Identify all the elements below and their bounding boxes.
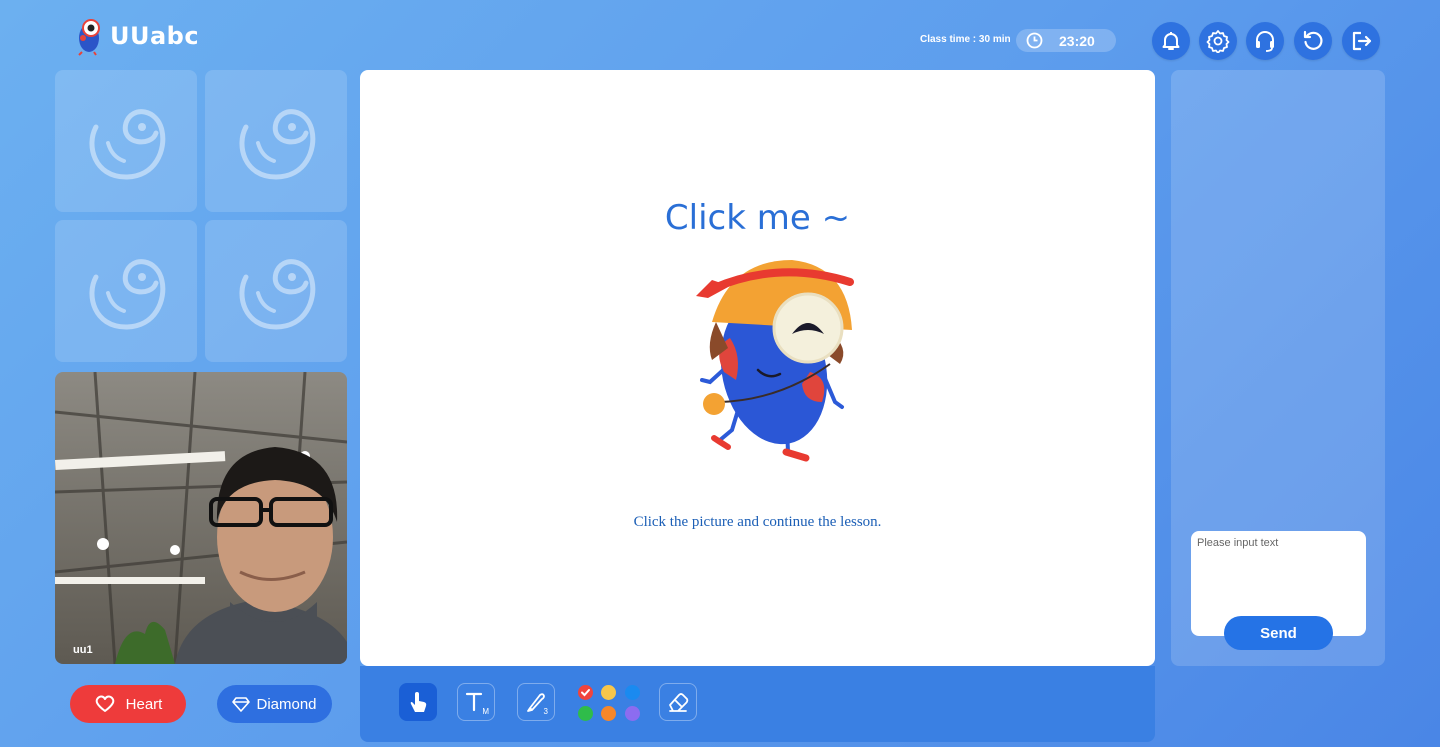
color-orange[interactable] [601, 706, 616, 721]
student-slot-1 [55, 70, 197, 212]
text-size-label: M [482, 707, 489, 716]
send-button[interactable]: Send [1224, 616, 1333, 650]
chat-panel: Send [1171, 70, 1385, 666]
heart-icon [95, 695, 114, 712]
diamond-label: Diamond [256, 695, 317, 713]
brand-logo: UUabc [76, 14, 206, 58]
notifications-button[interactable] [1152, 22, 1190, 60]
empty-seat-icon [89, 259, 166, 330]
drawing-toolbar: M 3 [360, 666, 1155, 742]
eraser-icon [669, 693, 689, 712]
clock-icon [1026, 32, 1043, 49]
video-username: uu1 [73, 644, 93, 656]
text-tool-button[interactable]: M [457, 683, 495, 721]
empty-seat-icon [239, 259, 316, 330]
video-feed [55, 372, 347, 664]
color-red[interactable] [578, 685, 593, 700]
color-purple[interactable] [625, 706, 640, 721]
empty-seat-icon [89, 109, 166, 180]
timer-value: 23:20 [1059, 32, 1095, 49]
whiteboard[interactable]: Click me ~ Click the picture and continu… [360, 70, 1155, 666]
check-icon [581, 689, 590, 697]
heart-label: Heart [125, 695, 163, 713]
board-title: Click me ~ [664, 198, 851, 238]
exit-icon [1352, 31, 1372, 51]
eraser-tool-button[interactable] [659, 683, 697, 721]
class-time-label: Class time : 30 min [920, 34, 1011, 45]
mascot-logo-icon [78, 19, 100, 56]
student-slot-4 [205, 220, 347, 362]
pointer-icon [410, 692, 427, 712]
diamond-button[interactable]: Diamond [217, 685, 332, 723]
color-yellow[interactable] [601, 685, 616, 700]
color-green[interactable] [578, 706, 593, 721]
board-instruction: Click the picture and continue the lesso… [633, 514, 882, 530]
teacher-video: uu1 [55, 372, 347, 664]
diamond-icon [232, 697, 251, 712]
refresh-icon [1303, 30, 1323, 50]
pointer-tool-button[interactable] [399, 683, 437, 721]
headset-icon [1256, 31, 1274, 52]
student-slot-3 [55, 220, 197, 362]
student-slot-2 [205, 70, 347, 212]
color-blue[interactable] [625, 685, 640, 700]
color-palette [578, 685, 646, 723]
support-button[interactable] [1246, 22, 1284, 60]
heart-button[interactable]: Heart [70, 685, 186, 723]
exit-button[interactable] [1342, 22, 1380, 60]
bell-icon [1162, 32, 1180, 50]
pen-size-label: 3 [543, 707, 548, 716]
settings-button[interactable] [1199, 22, 1237, 60]
gear-icon [1206, 30, 1230, 53]
refresh-button[interactable] [1294, 22, 1332, 60]
empty-seat-icon [239, 109, 316, 180]
brand-name: UUabc [110, 22, 200, 50]
pen-tool-button[interactable]: 3 [517, 683, 555, 721]
class-timer: 23:20 [1016, 29, 1116, 52]
mascot-illustration[interactable] [690, 252, 865, 467]
